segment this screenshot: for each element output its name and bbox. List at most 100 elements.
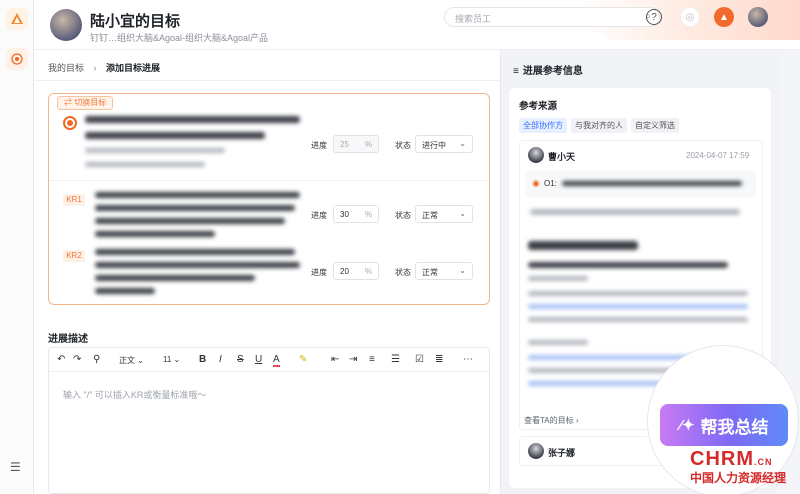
- kr1-progress-value: 30: [340, 210, 349, 219]
- watermark-brand: CHRM.CN: [690, 448, 786, 471]
- objective-radio[interactable]: [63, 116, 77, 130]
- status-label: 状态: [395, 141, 411, 150]
- main-content: 我的目标 › 添加目标进展 ⇄ 切换目标 进度 25% 状态 进行中 ⌄ KR1…: [34, 50, 500, 494]
- objective-blurred: [562, 181, 742, 195]
- tab-custom-filter[interactable]: 自定义筛选: [631, 118, 679, 133]
- breadcrumb-root[interactable]: 我的目标: [48, 63, 84, 73]
- kr2-text-blurred: [95, 249, 305, 301]
- user-avatar: [528, 443, 544, 459]
- app-logo-icon[interactable]: [6, 8, 28, 30]
- objective-icon: ◉: [532, 178, 540, 188]
- objective-summary[interactable]: ◉ O1:: [526, 171, 756, 197]
- font-color-icon[interactable]: A: [273, 354, 280, 367]
- progress-label: 进度: [311, 268, 327, 277]
- undo-icon[interactable]: ↶: [57, 354, 65, 365]
- page-title: 陆小宜的目标: [90, 13, 181, 30]
- kr1-status-select[interactable]: 正常 ⌄: [415, 205, 473, 223]
- help-icon[interactable]: ?: [646, 9, 662, 25]
- target-nav-icon[interactable]: [6, 48, 28, 70]
- editor-placeholder: 输入 "/" 可以插入KR或衡量标准哦～: [63, 390, 207, 400]
- top-header: 陆小宜的目标 钉钉…组织大脑&Agoal-组织大脑&Agoal产品 搜索员工 ⌕…: [34, 0, 800, 50]
- pct-unit: %: [364, 140, 372, 149]
- collapse-menu-icon[interactable]: ☰: [10, 460, 21, 474]
- editor-toolbar: ↶ ↷ ⚲ 正文 ⌄ 11 ⌄ B I S U A ✎ ⇤ ⇥ ≡ ☰ ☑ ≣ …: [49, 348, 489, 372]
- status-label: 状态: [395, 211, 411, 220]
- breadcrumb: 我的目标 › 添加目标进展: [48, 61, 160, 74]
- kr2-progress-value: 20: [340, 267, 349, 276]
- progress-description-title: 进展描述: [48, 334, 88, 345]
- watermark: CHRM.CN 中国人力资源经理: [690, 448, 786, 486]
- kr1-text-blurred: [95, 192, 305, 244]
- kr2-status-value: 正常: [422, 268, 438, 277]
- reference-title-text: 进展参考信息: [522, 66, 583, 77]
- avatar: [50, 9, 82, 41]
- bullet-list-icon[interactable]: ☰: [391, 354, 400, 365]
- chevron-down-icon: ⌄: [459, 139, 466, 148]
- outdent-icon[interactable]: ⇤: [331, 354, 339, 365]
- user-avatar[interactable]: [748, 7, 768, 27]
- kr1-badge: KR1: [63, 194, 85, 206]
- watermark-brand-text: CHRM: [690, 448, 754, 470]
- chevron-down-icon: ⌄: [459, 209, 466, 218]
- chevron-right-icon: ›: [575, 416, 579, 425]
- redo-icon[interactable]: ↷: [73, 354, 81, 365]
- objective-progress-value: 25: [340, 140, 349, 149]
- highlight-icon[interactable]: ✎: [299, 354, 307, 365]
- search-placeholder: 搜索员工: [455, 14, 492, 24]
- more-icon[interactable]: ⋯: [463, 354, 473, 365]
- objective-label: O1:: [544, 179, 557, 188]
- ordered-list-icon[interactable]: ≡: [369, 354, 375, 365]
- italic-icon[interactable]: I: [219, 354, 222, 365]
- list-icon: ≡: [513, 66, 519, 77]
- checklist-icon[interactable]: ☑: [415, 354, 424, 365]
- kr1-progress-input[interactable]: 30%: [333, 205, 379, 223]
- user-name: 曹小天: [548, 152, 576, 162]
- magic-wand-icon: ⁄✦: [679, 417, 695, 434]
- app-switch-icon[interactable]: ▲: [714, 7, 734, 27]
- user-name: 张子娜: [548, 448, 576, 458]
- bold-icon[interactable]: B: [199, 354, 206, 365]
- switch-goal-button[interactable]: ⇄ 切换目标: [57, 96, 114, 110]
- goal-card: ⇄ 切换目标 进度 25% 状态 进行中 ⌄ KR1 进度 30 % 状态 正常…: [48, 93, 490, 305]
- tab-all-collaborators[interactable]: 全部协作方: [519, 118, 567, 133]
- rich-text-editor[interactable]: ↶ ↷ ⚲ 正文 ⌄ 11 ⌄ B I S U A ✎ ⇤ ⇥ ≡ ☰ ☑ ≣ …: [48, 347, 490, 494]
- objective-status-value: 进行中: [422, 141, 446, 150]
- kr1-status-value: 正常: [422, 211, 438, 220]
- switch-goal-label: 切换目标: [74, 98, 107, 107]
- summarize-label: 帮我总结: [700, 417, 769, 437]
- indent-icon[interactable]: ⇥: [349, 354, 357, 365]
- org-path: 钉钉…组织大脑&Agoal-组织大脑&Agoal产品: [90, 33, 269, 43]
- chevron-right-icon: ›: [93, 63, 97, 73]
- kr2-progress-input[interactable]: 20%: [333, 262, 379, 280]
- reference-source-title: 参考来源: [519, 101, 558, 112]
- pct-unit: %: [364, 210, 372, 219]
- kr2-status-select[interactable]: 正常 ⌄: [415, 262, 473, 280]
- summarize-button[interactable]: ⁄✦ 帮我总结: [660, 404, 788, 446]
- status-label: 状态: [395, 268, 411, 277]
- tab-aligned[interactable]: 与我对齐的人: [571, 118, 627, 133]
- reference-panel-title: ≡ 进展参考信息: [513, 62, 583, 77]
- watermark-tagline: 中国人力资源经理: [690, 471, 787, 485]
- source-tabs: 全部协作方 与我对齐的人 自定义筛选: [519, 118, 679, 133]
- kr2-badge: KR2: [63, 250, 85, 262]
- kr-tags-blurred: [530, 209, 740, 224]
- objective-progress-input: 25%: [333, 135, 379, 153]
- notification-icon[interactable]: ◎: [680, 7, 700, 27]
- progress-label: 进度: [311, 141, 327, 150]
- watermark-suffix: .CN: [754, 457, 773, 467]
- paragraph-style-select[interactable]: 正文 ⌄: [119, 355, 144, 366]
- objective-status-select[interactable]: 进行中 ⌄: [415, 135, 473, 153]
- switch-icon: ⇄: [64, 98, 75, 107]
- user-timestamp: 2024-04-07 17:59: [686, 151, 750, 160]
- divider: [49, 180, 489, 181]
- view-user-goals-link[interactable]: 查看TA的目标 ›: [524, 415, 579, 426]
- breadcrumb-current: 添加目标进展: [106, 63, 161, 73]
- format-painter-icon[interactable]: ⚲: [93, 354, 100, 365]
- paragraph-style-value: 正文: [119, 356, 135, 365]
- strikethrough-icon[interactable]: S: [237, 354, 244, 365]
- font-size-select[interactable]: 11 ⌄: [163, 355, 180, 364]
- user-avatar: [528, 147, 544, 163]
- align-icon[interactable]: ≣: [435, 354, 443, 365]
- search-input[interactable]: 搜索员工 ⌕: [444, 7, 660, 27]
- underline-icon[interactable]: U: [255, 354, 262, 365]
